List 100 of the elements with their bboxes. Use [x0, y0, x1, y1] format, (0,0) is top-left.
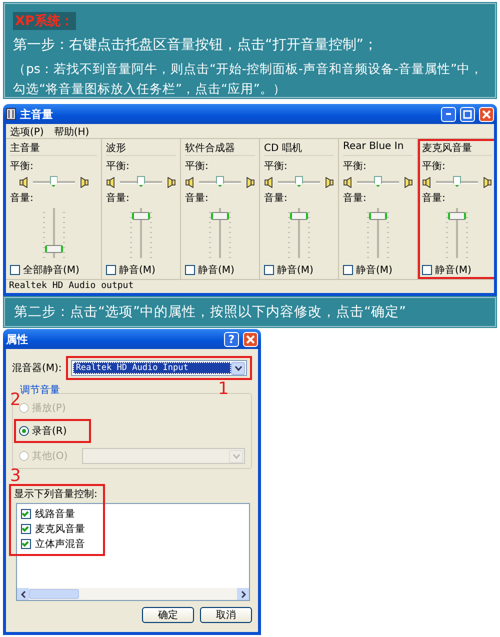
slider-thumb[interactable] [290, 212, 308, 220]
speaker-icon [18, 176, 30, 188]
slider-thumb[interactable] [50, 176, 58, 187]
option-label[interactable]: 录音(R) [32, 424, 67, 438]
window-title: 属性 [6, 332, 29, 346]
speaker-icon [78, 176, 88, 188]
checkbox[interactable] [10, 265, 20, 275]
close-button[interactable] [243, 332, 258, 346]
mixer-label: 混音器(M): [12, 362, 62, 375]
balance-label: 平衡: [185, 160, 210, 173]
balance-label: 平衡: [422, 160, 446, 173]
checkbox[interactable] [264, 265, 274, 275]
list-item-label[interactable]: 立体声混音 [35, 537, 85, 551]
slider-thumb[interactable] [369, 212, 387, 220]
chevron-down-icon [232, 454, 240, 458]
slider-thumb[interactable] [216, 176, 224, 187]
horizontal-scrollbar[interactable] [17, 588, 249, 600]
step-text: 第一步：右键点击托盘区音量按钮，点击“打开音量控制”； [13, 36, 379, 54]
slider-thumb[interactable] [453, 176, 461, 187]
balance-slider[interactable] [278, 175, 320, 189]
volume-label: 音量: [185, 192, 210, 205]
chevron-left-icon [20, 590, 26, 598]
group-title: 调节音量 [20, 383, 60, 397]
slider-thumb[interactable] [132, 212, 150, 220]
close-icon [246, 334, 255, 344]
speaker-icon [165, 176, 176, 188]
channel-name: 波形 [106, 141, 176, 156]
channel-name: CD 唱机 [264, 141, 334, 156]
speaker-icon [106, 176, 117, 188]
section-heading: XP系统： [13, 12, 76, 30]
slider-thumb[interactable] [374, 176, 382, 187]
list-item-label[interactable]: 麦克风音量 [35, 522, 85, 536]
checkbox[interactable] [343, 265, 353, 275]
radio-button[interactable] [19, 426, 29, 436]
menu-item[interactable]: 帮助(H) [54, 125, 90, 137]
status-bar: Realtek HD Audio output [6, 279, 494, 293]
close-icon [482, 110, 491, 118]
ok-button[interactable]: 确定 [142, 607, 194, 623]
volume-label: 音量: [106, 192, 130, 205]
balance-label: 平衡: [10, 160, 34, 173]
annotation-number: 3 [10, 468, 21, 485]
checkbox[interactable] [106, 265, 116, 275]
selected-value: Realtek HD Audio Input [72, 362, 231, 374]
chevron-down-icon [234, 366, 242, 370]
annotation-number: 2 [10, 392, 21, 409]
list-label: 显示下列音量控制: [13, 488, 98, 501]
balance-slider[interactable] [436, 175, 478, 189]
mute-label: 静音(M) [277, 264, 314, 277]
balance-slider[interactable] [357, 175, 399, 189]
close-button[interactable] [479, 106, 494, 122]
mute-label: 静音(M) [198, 264, 234, 277]
minimize-icon [446, 113, 451, 115]
speaker-icon [481, 176, 492, 188]
balance-label: 平衡: [343, 160, 368, 173]
checkbox[interactable] [21, 539, 31, 549]
menu-item[interactable]: 选项(P) [10, 125, 44, 137]
minimize-button[interactable] [441, 106, 456, 122]
slider-thumb[interactable] [211, 212, 229, 220]
checkbox[interactable] [21, 509, 31, 519]
chevron-right-icon [240, 590, 246, 598]
step-text: 第二步：点击“选项”中的属性，按照以下内容修改，点击“确定” [13, 303, 407, 322]
mute-label: 静音(M) [119, 264, 156, 277]
volume-label: 音量: [343, 192, 368, 205]
volume-label: 音量: [264, 192, 288, 205]
volume-label: 音量: [422, 192, 446, 205]
checkbox[interactable] [422, 265, 432, 275]
mixer-dropdown[interactable]: Realtek HD Audio Input [70, 360, 247, 376]
balance-label: 平衡: [264, 160, 288, 173]
speaker-icon [244, 176, 255, 188]
slider-thumb[interactable] [44, 244, 62, 253]
slider-thumb[interactable] [137, 176, 145, 187]
volume-label: 音量: [10, 192, 34, 205]
channel-name: Rear Blue In [343, 141, 413, 156]
slider-thumb[interactable] [295, 176, 303, 187]
balance-slider[interactable] [32, 175, 74, 189]
option-label: 播放(P) [32, 402, 66, 415]
help-button[interactable]: ? [224, 332, 239, 346]
balance-slider[interactable] [199, 175, 241, 189]
annotation-number: 1 [218, 381, 229, 398]
option-label: 其他(O) [32, 450, 68, 463]
balance-slider[interactable] [120, 175, 162, 189]
checkbox[interactable] [185, 265, 195, 275]
list-item-label[interactable]: 线路音量 [35, 507, 75, 521]
mute-label: 全部静音(M) [23, 264, 80, 277]
speaker-icon [264, 176, 275, 188]
channel-name: 软件合成器 [185, 141, 255, 156]
speaker-icon [402, 176, 413, 188]
maximize-button[interactable] [460, 106, 475, 122]
cancel-button[interactable]: 取消 [200, 607, 252, 623]
maximize-icon [463, 110, 472, 118]
note-text: （ps：若找不到音量阿牛，则点击“开始-控制面板-声音和音频设备-音量属性”中，勾选“将音量图标放入任务栏”，点击“应用”。） [13, 60, 484, 98]
mute-label: 静音(M) [356, 264, 392, 277]
window-title: 主音量 [20, 106, 54, 122]
speaker-icon [422, 176, 433, 188]
slider-thumb[interactable] [448, 212, 466, 220]
channel-name: 麦克风音量 [422, 141, 492, 156]
mixer-icon [6, 108, 16, 120]
mute-label: 静音(M) [435, 264, 472, 277]
speaker-icon [185, 176, 196, 188]
checkbox[interactable] [21, 524, 31, 534]
